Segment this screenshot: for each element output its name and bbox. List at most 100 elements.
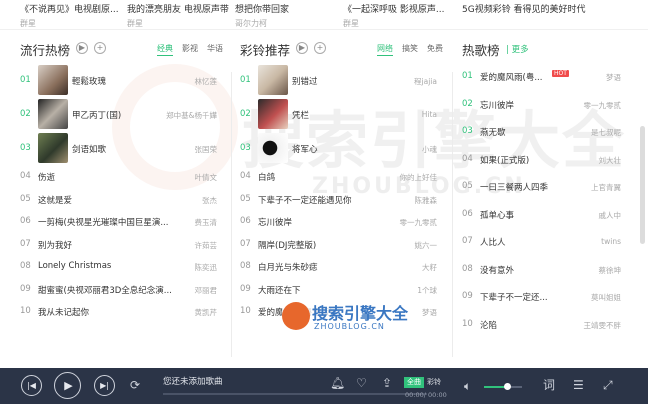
song-name: 甲乙丙丁(国) — [72, 111, 122, 121]
list-item[interactable]: 04 白鸽 你的上好佳 — [240, 166, 443, 189]
list-item[interactable]: 06 一剪梅(央视星光璀璨中国巨星演... 费玉清 — [20, 211, 223, 234]
next-icon[interactable]: ▶| — [94, 375, 115, 396]
rank-number: 08 — [20, 261, 31, 271]
scrollbar-thumb[interactable] — [640, 126, 645, 244]
album-cover — [38, 65, 68, 95]
list-item[interactable]: 09 下辈子不一定还... 莫叫姐姐 — [462, 284, 627, 312]
tab-classic[interactable]: 经典 — [157, 43, 173, 56]
artist-name: 程jajia — [414, 77, 437, 86]
tab-chinese[interactable]: 华语 — [207, 43, 223, 54]
volume-icon[interactable]: 🔈︎ — [464, 379, 471, 393]
rank-number: 08 — [240, 261, 251, 271]
bell-icon[interactable]: 🔔︎ — [330, 376, 345, 390]
rank-number: 05 — [462, 181, 473, 191]
list-item[interactable]: 03 将军心 小魂 — [240, 132, 443, 166]
song-name: 我从未记起你 — [38, 308, 90, 318]
artist-name: 上官青翼 — [591, 183, 621, 192]
list-item[interactable]: 02 忘川彼岸 零一九零贰 — [462, 92, 627, 120]
add-all-icon[interactable]: + — [94, 42, 106, 54]
song-name: 下辈子不一定还能遇见你 — [258, 195, 352, 206]
list-item[interactable]: 07 别为我好 许茹芸 — [20, 234, 223, 257]
recommend-sub: 哥尔力柯 — [235, 19, 267, 28]
tab-free[interactable]: 免费 — [427, 43, 443, 54]
volume-knob[interactable] — [503, 383, 511, 390]
logo-icon — [282, 302, 310, 330]
artist-name: 刘大壮 — [598, 155, 622, 165]
list-item[interactable]: 02 凭栏 Hita — [240, 98, 443, 132]
list-item[interactable]: 04 伤逝 叶倩文 — [20, 166, 223, 189]
fullscreen-icon[interactable]: ⤢ — [603, 378, 613, 392]
heart-icon[interactable]: ♡ — [356, 376, 367, 390]
list-item[interactable]: 09 大雨还在下 1个球 — [240, 279, 443, 302]
song-name: 剑语如歌 — [72, 145, 107, 155]
song-name: 没有意外 — [480, 265, 515, 276]
list-item[interactable]: 08 白月光与朱砂痣 大籽 — [240, 256, 443, 279]
recommend-item[interactable]: 《一起深呼吸 影视原声... 群星 — [343, 2, 453, 29]
list-item[interactable]: 05 下辈子不一定还能遇见你 陈雅森 — [240, 189, 443, 212]
recommend-item[interactable]: 5G视频彩铃 看得见的美好时代 — [462, 2, 622, 18]
rank-number: 01 — [462, 71, 473, 81]
list-item[interactable]: 04 如果(正式版) 刘大壮 — [462, 147, 627, 175]
recommend-item[interactable]: 想把你带回家 哥尔力柯 — [235, 2, 345, 29]
artist-name: 戚人中 — [598, 210, 622, 220]
toggle-full-song[interactable]: 全曲 — [404, 377, 424, 388]
list-item[interactable]: 10 我从未记起你 黄凯芹 — [20, 301, 223, 324]
list-item[interactable]: 02 甲乙丙丁(国) 郑中基&杨千嬅 — [20, 98, 223, 132]
tab-film[interactable]: 影视 — [182, 43, 198, 54]
list-item[interactable]: 08 没有意外 蔡徐坤 — [462, 257, 627, 285]
list-item[interactable]: 01 爱的魔风雨(粤... HOT 梦语 — [462, 64, 627, 92]
album-cover — [38, 99, 68, 129]
playlist-icon[interactable]: ☰ — [573, 378, 584, 392]
play-all-icon[interactable]: ▶ — [296, 42, 308, 54]
add-all-icon[interactable]: + — [314, 42, 326, 54]
album-cover — [38, 133, 68, 163]
tab-funny[interactable]: 搞笑 — [402, 43, 418, 54]
rank-number: 04 — [20, 171, 31, 181]
list-item[interactable]: 09 甜蜜蜜(央视邓丽君3D全息纪念演... 邓丽君 — [20, 279, 223, 302]
song-name: 忘川彼岸 — [480, 100, 515, 111]
recommend-item[interactable]: 《不说再见》电视剧原... 群星 — [20, 2, 130, 29]
recommend-sub: 群星 — [20, 19, 36, 28]
recommend-sub: 群星 — [127, 19, 143, 28]
list-item[interactable]: 07 人比人 twins — [462, 229, 627, 257]
list-item[interactable]: 01 别错过 程jajia — [240, 64, 443, 98]
play-all-icon[interactable]: ▶ — [76, 42, 88, 54]
loop-icon[interactable]: ⟳ — [130, 378, 140, 392]
previous-icon[interactable]: |◀ — [21, 375, 42, 396]
list-item[interactable]: 03 燕无歇 是七叔呢 — [462, 119, 627, 147]
share-icon[interactable]: ⇪ — [382, 376, 392, 390]
recommend-item[interactable]: 我的漂亮朋友 电视原声带 群星 — [127, 2, 237, 29]
tab-network[interactable]: 网络 — [377, 43, 393, 56]
artist-name: 你的上好佳 — [399, 173, 438, 182]
list-item[interactable]: 05 一曰三餐两人四季 上官青翼 — [462, 174, 627, 202]
toggle-ringtone[interactable]: 彩铃 — [424, 377, 444, 388]
pop-chart: 流行热榜 ▶ + 经典 影视 华语 01 輕鬆玫瑰 林忆莲 02 甲乙丙丁(国) 郑… — [20, 38, 223, 360]
list-item[interactable]: 06 孤单心事 戚人中 — [462, 202, 627, 230]
hot-chart-title: 热歌榜 — [462, 43, 500, 58]
artist-name: 莫叫姐姐 — [591, 293, 621, 302]
mode-toggle[interactable]: 全曲 彩铃 — [404, 377, 444, 388]
list-item[interactable]: 05 这就是爱 张杰 — [20, 189, 223, 212]
progress-bar[interactable] — [163, 393, 427, 395]
more-link[interactable]: | 更多 — [506, 43, 529, 55]
list-item[interactable]: 07 隔岸(DJ完整版) 姚六一 — [240, 234, 443, 257]
list-item[interactable]: 08 Lonely Christmas 陈奕迅 — [20, 256, 223, 279]
play-icon[interactable]: ▶ — [54, 372, 81, 399]
list-item[interactable]: 01 輕鬆玫瑰 林忆莲 — [20, 64, 223, 98]
ringtone-chart-list: 01 别错过 程jajia 02 凭栏 Hita 03 将军心 小魂 04 白鸽 你… — [240, 64, 443, 324]
lyrics-button[interactable]: 词 — [543, 378, 555, 392]
recommend-sub: 群星 — [343, 19, 359, 28]
rank-number: 07 — [20, 238, 31, 249]
rank-number: 02 — [20, 109, 31, 119]
list-item[interactable]: 03 剑语如歌 张国荣 — [20, 132, 223, 166]
volume-slider[interactable] — [484, 383, 522, 390]
artist-name: 邓丽君 — [194, 285, 218, 295]
song-name: 隔岸(DJ完整版) — [258, 240, 317, 251]
song-name: 白月光与朱砂痣 — [258, 263, 318, 273]
song-name: 輕鬆玫瑰 — [72, 77, 107, 87]
rank-number: 05 — [20, 193, 31, 204]
artist-name: 1个球 — [417, 285, 437, 295]
list-item[interactable]: 06 忘川彼岸 零一九零贰 — [240, 211, 443, 234]
rank-number: 01 — [20, 75, 31, 85]
list-item[interactable]: 10 沦陷 王靖雯不胖 — [462, 312, 627, 340]
